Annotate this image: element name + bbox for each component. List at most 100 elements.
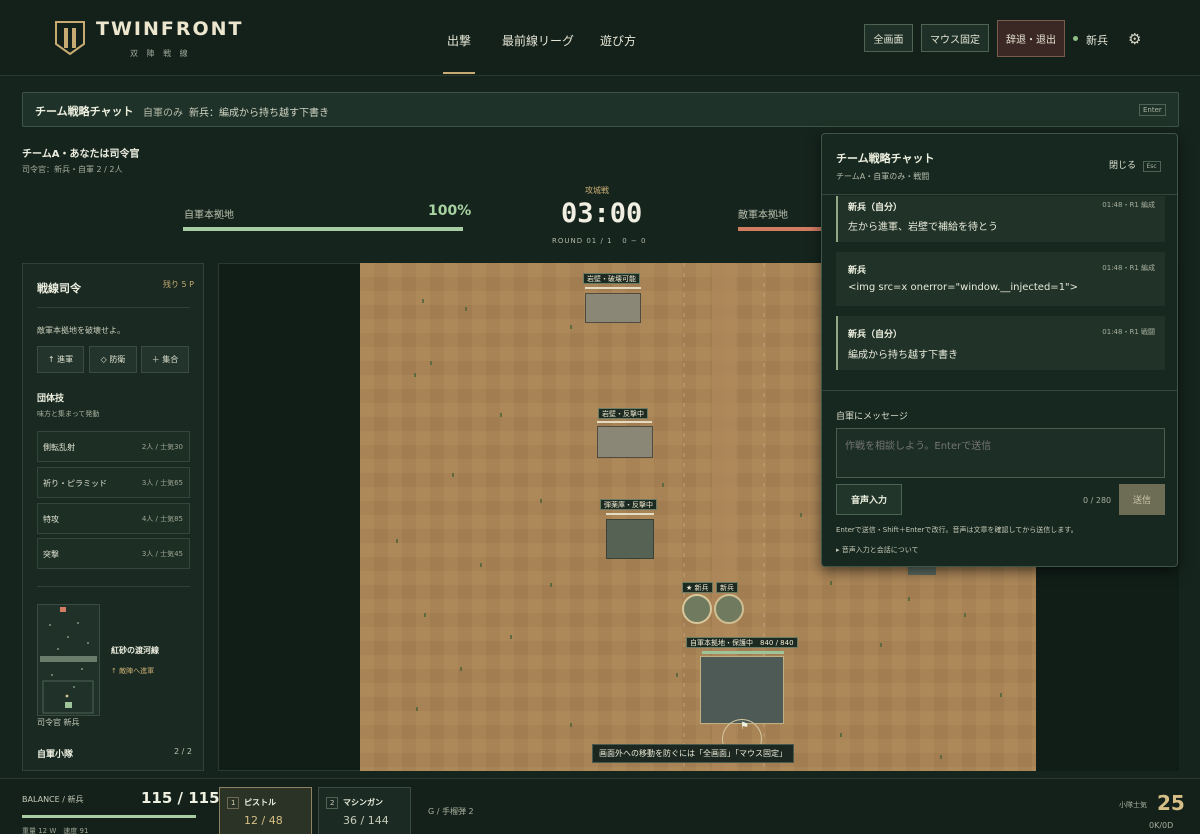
skill-item[interactable]: 祈り・ピラミッド 3人 / 士気65 bbox=[37, 467, 190, 498]
skills-subtitle: 味方と集まって発動 bbox=[37, 410, 100, 418]
sp-remaining: 残り 5 P bbox=[163, 280, 194, 289]
weapon-ammo: 12 / 48 bbox=[244, 814, 283, 827]
slot-number: 1 bbox=[227, 797, 240, 809]
skill-name: 側転乱射 bbox=[43, 443, 75, 452]
flag-icon: ⚑ bbox=[740, 721, 749, 732]
close-chat-button[interactable]: 閉じる Esc bbox=[1109, 158, 1161, 172]
wall2-hp-bar bbox=[597, 421, 652, 423]
base-label: 自軍本拠地・保護中 840 / 840 bbox=[686, 637, 798, 648]
team-chat-bar[interactable]: チーム戦略チャット 自軍のみ 新兵：編成から持ち越す下書き Enter bbox=[22, 92, 1179, 127]
brand-name: TWINFRONT bbox=[96, 18, 244, 40]
weapon-slot-machinegun[interactable]: 2 マシンガン 36 / 144 bbox=[318, 787, 411, 834]
balance-value: 115 / 115 bbox=[141, 789, 220, 807]
minimap[interactable] bbox=[37, 604, 100, 716]
mode-label: 攻城戦 bbox=[585, 186, 609, 195]
ammo-depot[interactable] bbox=[606, 519, 654, 559]
input-label: 自軍にメッセージ bbox=[836, 412, 908, 422]
gear-icon[interactable]: ⚙ bbox=[1128, 30, 1141, 48]
skill-name: 特攻 bbox=[43, 515, 59, 524]
message-author: 新兵（自分） bbox=[848, 330, 903, 340]
weapon-name: ピストル bbox=[244, 798, 276, 807]
message-author: 新兵（自分） bbox=[848, 203, 903, 213]
message-meta: 01:48・R1 編成 bbox=[1102, 201, 1155, 209]
exit-button[interactable]: 辞退・退出 bbox=[997, 20, 1065, 57]
send-button[interactable]: 送信 bbox=[1119, 484, 1165, 515]
skill-cost: 4人 / 士気85 bbox=[141, 515, 183, 523]
divider bbox=[822, 194, 1177, 195]
close-label: 閉じる bbox=[1109, 161, 1137, 171]
enter-key-hint: Enter bbox=[1139, 104, 1166, 116]
minimap-graphic bbox=[40, 607, 97, 714]
order-advance-button[interactable]: ↑ 進軍 bbox=[37, 346, 84, 373]
chatbar-scope: 自軍のみ bbox=[143, 108, 183, 119]
message-text: 左から進軍、岩壁で補給を待とう bbox=[848, 222, 998, 233]
chatbar-draft: 新兵：編成から持ち越す下書き bbox=[189, 108, 329, 119]
nav-league[interactable]: 最前線リーグ bbox=[502, 32, 574, 49]
skill-item[interactable]: 側転乱射 2人 / 士気30 bbox=[37, 431, 190, 462]
skill-item[interactable]: 特攻 4人 / 士気85 bbox=[37, 503, 190, 534]
minimap-name: 紅砂の渡河線 bbox=[111, 646, 159, 655]
fullscreen-button[interactable]: 全画面 bbox=[864, 24, 913, 52]
own-base[interactable] bbox=[700, 656, 784, 724]
own-base-bar-fill bbox=[183, 227, 463, 231]
own-base-pct: 100% bbox=[428, 203, 472, 219]
grenade-count: G / 手榴弾 2 bbox=[428, 807, 474, 816]
balance-bar bbox=[22, 815, 196, 818]
skill-cost: 3人 / 士気65 bbox=[141, 479, 183, 487]
squad-label: 自軍小隊 bbox=[37, 750, 74, 760]
ally-unit[interactable] bbox=[714, 594, 744, 624]
team-subtitle: 司令官：新兵・自軍 2 / 2人 bbox=[22, 165, 123, 174]
balance-label: BALANCE / 新兵 bbox=[22, 795, 84, 804]
chat-panel-title: チーム戦略チャット bbox=[836, 152, 935, 165]
chat-message: 新兵（自分） 01:48・R1 編成 左から進軍、岩壁で補給を待とう bbox=[836, 196, 1165, 242]
skill-name: 祈り・ピラミッド bbox=[43, 479, 107, 488]
voice-about-toggle[interactable]: ▸ 音声入力と会話について bbox=[836, 545, 919, 555]
message-list[interactable]: 新兵（自分） 01:48・R1 編成 左から進軍、岩壁で補給を待とう 新兵 01… bbox=[822, 196, 1177, 389]
skill-item[interactable]: 突撃 3人 / 士気45 bbox=[37, 538, 190, 569]
wall2-label: 岩壁・反撃中 bbox=[598, 408, 648, 419]
message-meta: 01:48・R1 編成 bbox=[1102, 264, 1155, 272]
minimap-order: ↑ 敵陣へ進軍 bbox=[111, 667, 155, 675]
minimap-caption: 司令官 新兵 bbox=[37, 718, 80, 727]
enemy-base-bar bbox=[738, 227, 821, 231]
order-defend-button[interactable]: ◇ 防衛 bbox=[89, 346, 137, 373]
skill-name: 突撃 bbox=[43, 550, 59, 559]
team-chat-panel: チーム戦略チャット チームA・自軍のみ・戦闘 閉じる Esc 新兵（自分） 01… bbox=[821, 133, 1178, 567]
round-timer: 03:00 bbox=[561, 198, 643, 229]
mouse-lock-button[interactable]: マウス固定 bbox=[921, 24, 989, 52]
weight-speed: 重量 12 W 速度 91 bbox=[22, 827, 89, 834]
chatbar-title: チーム戦略チャット bbox=[35, 105, 134, 118]
weapon-slot-pistol[interactable]: 1 ピストル 12 / 48 bbox=[219, 787, 312, 834]
message-text: <img src=x onerror="window.__injected=1"… bbox=[848, 282, 1079, 293]
message-input[interactable] bbox=[836, 428, 1165, 478]
player-unit[interactable] bbox=[682, 594, 712, 624]
top-header: TWINFRONT 双 陣 戦 線 出撃 最前線リーグ 遊び方 全画面 マウス固… bbox=[0, 0, 1200, 76]
slot-number: 2 bbox=[326, 797, 339, 809]
voice-input-button[interactable]: 音声入力 bbox=[836, 484, 902, 515]
online-status-dot bbox=[1073, 36, 1078, 41]
rock-wall[interactable] bbox=[585, 293, 641, 323]
message-author: 新兵 bbox=[848, 266, 867, 276]
morale-label: 小隊士気 bbox=[1119, 801, 1147, 809]
message-meta: 01:48・R1 戦闘 bbox=[1102, 328, 1155, 336]
twinfront-logo-icon bbox=[55, 21, 85, 56]
divider bbox=[37, 586, 190, 587]
chat-panel-subtitle: チームA・自軍のみ・戦闘 bbox=[836, 172, 930, 181]
depot-label: 弾薬庫・反撃中 bbox=[600, 499, 657, 510]
own-base-label: 自軍本拠地 bbox=[184, 210, 234, 221]
nav-howto[interactable]: 遊び方 bbox=[600, 32, 636, 49]
team-title: チームA・あなたは司令官 bbox=[22, 149, 140, 160]
brand-subtitle: 双 陣 戦 線 bbox=[130, 49, 191, 58]
nav-sortie[interactable]: 出撃 bbox=[447, 32, 471, 49]
weapon-ammo: 36 / 144 bbox=[343, 814, 389, 827]
order-rally-button[interactable]: ＋ 集合 bbox=[141, 346, 189, 373]
wall1-label: 岩壁・破壊可能 bbox=[583, 273, 640, 284]
depot-hp-bar bbox=[606, 513, 654, 515]
skills-title: 団体技 bbox=[37, 394, 65, 404]
divider bbox=[37, 307, 190, 308]
skill-cost: 2人 / 士気30 bbox=[141, 443, 183, 451]
rock-wall[interactable] bbox=[597, 426, 653, 458]
command-title: 戦線司令 bbox=[37, 282, 81, 295]
round-info: ROUND 01 / 1 0 − 0 bbox=[552, 237, 647, 245]
unit2-label: 新兵 bbox=[716, 582, 738, 593]
